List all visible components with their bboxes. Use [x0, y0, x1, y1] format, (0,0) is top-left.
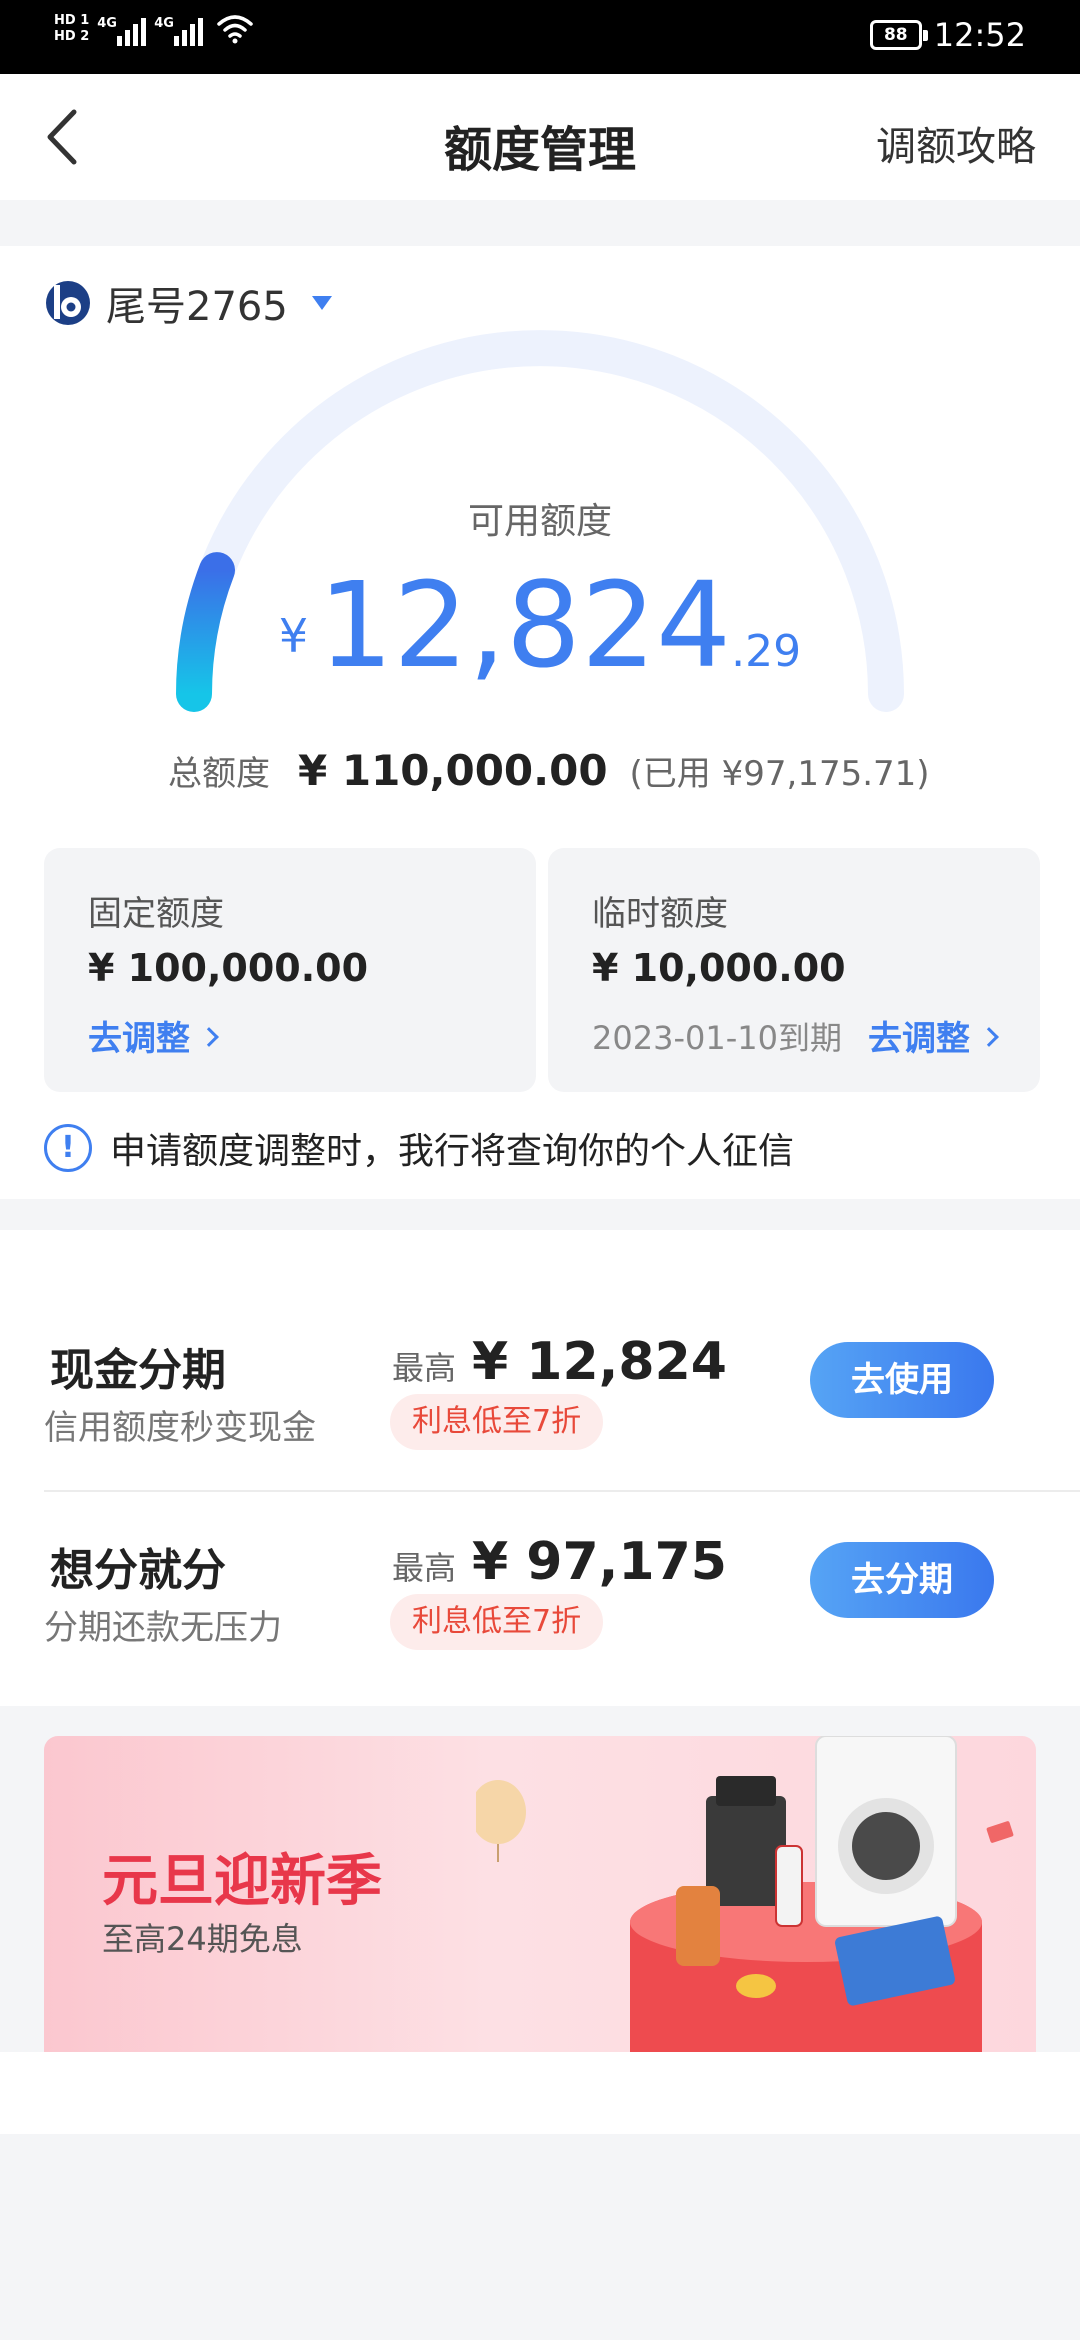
bottom-spacer [0, 2052, 1080, 2134]
chevron-right-icon [979, 1027, 999, 1047]
hd2-indicator: HD 2 [54, 29, 90, 44]
temp-limit-card: 临时额度 ¥ 10,000.00 2023-01-10到期 去调整 [548, 848, 1040, 1092]
max-label: 最高 [392, 1349, 457, 1387]
temp-limit-adjust-label: 去调整 [868, 1019, 970, 1059]
adjust-guide-link[interactable]: 调额攻略 [876, 114, 1036, 172]
fixed-limit-adjust-link[interactable]: 去调整 [88, 1011, 219, 1060]
installment-item: 现金分期 信用额度秒变现金 最高 ¥ 12,824 利息低至7折 去使用 [0, 1230, 1080, 1450]
max-label: 最高 [392, 1549, 457, 1587]
nav-bar: 额度管理 调额攻略 [0, 74, 1080, 200]
banner-subtitle: 至高24期免息 [102, 1920, 303, 1958]
available-decimal: .29 [731, 626, 802, 677]
fixed-limit-adjust-label: 去调整 [88, 1019, 190, 1059]
status-right: 88 12:52 [869, 16, 1026, 54]
interest-badge: 利息低至7折 [390, 1394, 604, 1450]
installment-name: 现金分期 [50, 1345, 226, 1396]
installment-name: 想分就分 [50, 1545, 226, 1596]
split-installment-button[interactable]: 去分期 [810, 1542, 994, 1618]
battery-icon: 88 [869, 20, 928, 50]
interest-badge: 利息低至7折 [390, 1594, 604, 1650]
status-bar: HD 1 HD 2 4G 4G 88 12:52 [0, 0, 1080, 74]
signal-icon-1: 4G [97, 12, 147, 46]
banner-title: 元旦迎新季 [102, 1849, 382, 1914]
promo-banner[interactable]: 元旦迎新季 至高24期免息 [44, 1736, 1036, 2052]
total-credit-row: 总额度 ¥ 110,000.00 (已用 ¥97,175.71) [168, 746, 930, 795]
status-left: HD 1 HD 2 4G 4G [54, 12, 253, 46]
currency-symbol: ¥ [278, 609, 309, 663]
network-type-2: 4G [154, 16, 174, 31]
temp-limit-adjust-link[interactable]: 去调整 [868, 1011, 999, 1060]
total-credit-amount: ¥ 110,000.00 [298, 746, 608, 795]
fixed-limit-card: 固定额度 ¥ 100,000.00 去调整 [44, 848, 536, 1092]
fixed-limit-amount: ¥ 100,000.00 [88, 946, 369, 990]
network-type-1: 4G [97, 16, 117, 31]
hd1-indicator: HD 1 [54, 13, 90, 28]
fixed-limit-title: 固定额度 [88, 894, 224, 934]
max-amount: ¥ 97,175 [472, 1532, 727, 1592]
info-icon: ! [44, 1124, 92, 1172]
use-cash-installment-button[interactable]: 去使用 [810, 1342, 994, 1418]
credit-check-notice: ! 申请额度调整时，我行将查询你的个人征信 [44, 1122, 794, 1174]
installment-max: 最高 ¥ 12,824 [392, 1332, 727, 1392]
signal-icon-2: 4G [154, 12, 204, 46]
credit-overview-card: 尾号2765 可用额度 ¥12,824.29 总额度 ¥ 110,000.00 … [0, 246, 1080, 1199]
installment-item: 想分就分 分期还款无压力 最高 ¥ 97,175 利息低至7折 去分期 [0, 1448, 1080, 1666]
temp-limit-title: 临时额度 [592, 894, 728, 934]
max-amount: ¥ 12,824 [472, 1332, 727, 1392]
available-integer: 12,824 [318, 556, 732, 694]
installment-max: 最高 ¥ 97,175 [392, 1532, 727, 1592]
available-credit-label: 可用额度 [467, 501, 612, 542]
installment-subtitle: 信用额度秒变现金 [44, 1408, 316, 1448]
installment-subtitle: 分期还款无压力 [44, 1608, 282, 1648]
temp-limit-amount: ¥ 10,000.00 [592, 946, 846, 990]
banner-products-illustration [476, 1736, 1014, 2052]
temp-limit-expiry: 2023-01-10到期 [592, 1019, 842, 1057]
hd-indicators: HD 1 HD 2 [54, 13, 89, 45]
chevron-right-icon [199, 1027, 219, 1047]
installment-section: 现金分期 信用额度秒变现金 最高 ¥ 12,824 利息低至7折 去使用 想分就… [0, 1230, 1080, 1706]
available-credit-amount: ¥12,824.29 [0, 556, 1080, 694]
wifi-icon [217, 15, 253, 44]
total-credit-label: 总额度 [168, 754, 270, 794]
used-credit-text: (已用 ¥97,175.71) [629, 754, 930, 794]
promo-banner-section: 元旦迎新季 至高24期免息 [0, 1706, 1080, 2052]
clock: 12:52 [933, 16, 1026, 54]
notice-text: 申请额度调整时，我行将查询你的个人征信 [110, 1131, 795, 1172]
